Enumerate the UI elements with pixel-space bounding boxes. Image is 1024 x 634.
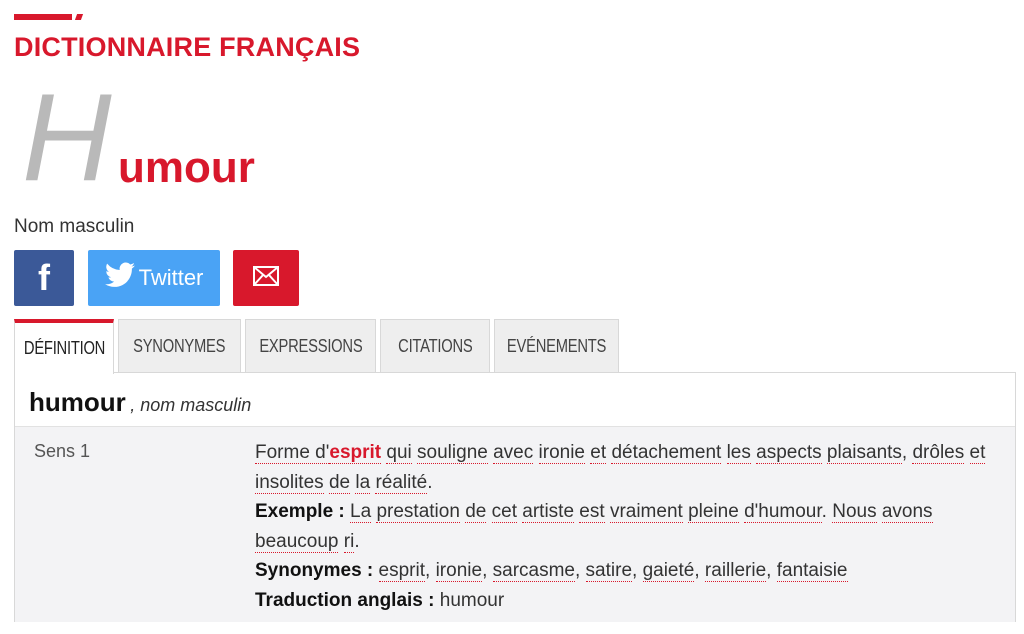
tab-evenements[interactable]: EVÉNEMENTS (494, 319, 619, 373)
twitter-share-button[interactable]: Twitter (88, 250, 220, 306)
example-text: La prestation de cet artiste est vraimen… (255, 501, 933, 553)
definition-highlight[interactable]: esprit (329, 442, 382, 464)
synonyms-label: Synonymes : (255, 560, 374, 581)
facebook-share-button[interactable]: f (14, 250, 74, 306)
headword: H umour (22, 76, 322, 200)
definition-word[interactable]: Forme d' (255, 442, 330, 464)
envelope-icon (253, 265, 279, 291)
linked-word[interactable]: drôles (912, 442, 965, 464)
translation-line: Traduction anglais : humour (255, 586, 1003, 616)
tab-citations[interactable]: CITATIONS (380, 319, 490, 373)
translation-label: Traduction anglais : (255, 589, 435, 611)
linked-word[interactable]: de (328, 471, 351, 494)
synonym-link[interactable]: esprit (378, 560, 426, 582)
synonym-link[interactable]: raillerie (704, 560, 767, 582)
twitter-label: Twitter (138, 265, 204, 290)
sense-body: Forme d'esprit qui souligne avec ironie … (255, 438, 1003, 615)
linked-word[interactable]: insolites (255, 471, 324, 494)
linked-word[interactable]: avons (881, 501, 933, 523)
entry-word: humour (29, 387, 126, 417)
accent-tick (74, 14, 84, 20)
example-label: Exemple : (255, 501, 345, 522)
email-share-button[interactable] (233, 250, 299, 306)
sense-block: Sens 1 Forme d'esprit qui souligne avec … (15, 426, 1015, 622)
linked-word[interactable]: est (579, 501, 605, 523)
example-line: Exemple : La prestation de cet artiste e… (255, 497, 1003, 556)
synonym-link[interactable]: gaieté (642, 560, 695, 582)
linked-word[interactable]: vraiment (609, 501, 683, 523)
entry-pos: , nom masculin (130, 395, 252, 415)
linked-word[interactable]: la (355, 471, 371, 494)
linked-word[interactable]: détachement (611, 442, 722, 464)
linked-word[interactable]: pleine (688, 501, 739, 523)
grammatical-category: Nom masculin (14, 216, 135, 237)
sense-label: Sens 1 (34, 441, 91, 461)
linked-word[interactable]: plaisants (826, 442, 902, 464)
facebook-icon: f (38, 257, 50, 298)
linked-word[interactable]: de (465, 501, 487, 523)
header-accent (14, 14, 86, 20)
linked-word[interactable]: et (590, 442, 607, 464)
tab-expressions[interactable]: EXPRESSIONS (245, 319, 376, 373)
linked-word[interactable]: les (726, 442, 751, 464)
tab-bar: DÉFINITION SYNONYMES EXPRESSIONS CITATIO… (14, 319, 1016, 374)
synonym-link[interactable]: satire (585, 560, 633, 582)
synonym-link[interactable]: fantaisie (776, 560, 848, 582)
synonyms-line: Synonymes : esprit, ironie, sarcasme, sa… (255, 556, 1003, 586)
synonym-link[interactable]: ironie (435, 560, 483, 582)
linked-word[interactable]: souligne (417, 442, 488, 464)
linked-word[interactable]: d'humour (744, 501, 822, 523)
site-title[interactable]: DICTIONNAIRE FRANÇAIS (14, 32, 360, 63)
linked-word[interactable]: avec (493, 442, 534, 464)
linked-word[interactable]: La (350, 501, 372, 523)
definition-panel: humour , nom masculin Sens 1 Forme d'esp… (14, 372, 1016, 622)
linked-word[interactable]: réalité (375, 471, 428, 494)
linked-word[interactable]: ironie (538, 442, 586, 464)
definition-text: Forme d'esprit qui souligne avec ironie … (255, 438, 1003, 497)
tab-definition[interactable]: DÉFINITION (14, 319, 114, 374)
linked-word[interactable]: aspects (756, 442, 822, 464)
linked-word[interactable]: prestation (376, 501, 460, 523)
synonym-link[interactable]: sarcasme (492, 560, 575, 582)
linked-word[interactable]: qui (386, 442, 412, 464)
synonyms-list: esprit, ironie, sarcasme, satire, gaieté… (378, 560, 848, 582)
linked-word[interactable]: Nous (832, 501, 877, 523)
entry-header: humour , nom masculin (29, 387, 251, 418)
linked-word[interactable]: ri (343, 530, 355, 553)
linked-word[interactable]: et (969, 442, 986, 464)
linked-word[interactable]: beaucoup (255, 530, 339, 553)
tab-synonymes[interactable]: SYNONYMES (118, 319, 241, 373)
linked-word[interactable]: cet (491, 501, 517, 523)
headword-rest: umour (118, 143, 255, 192)
translation-value: humour (439, 589, 505, 611)
linked-word[interactable]: artiste (522, 501, 575, 523)
twitter-bird-icon (104, 262, 135, 294)
headword-initial: H (22, 69, 112, 207)
accent-bar (14, 14, 72, 20)
